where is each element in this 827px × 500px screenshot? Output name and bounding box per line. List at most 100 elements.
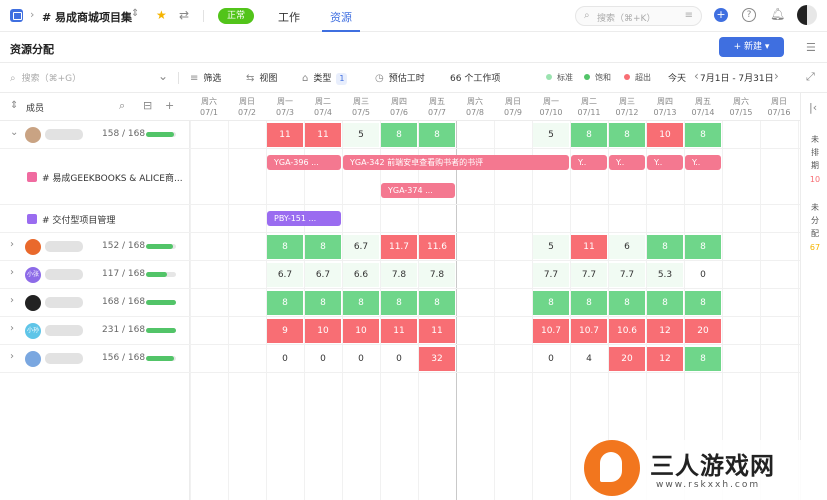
- task-bar[interactable]: Y..: [571, 155, 607, 170]
- prev-range-icon[interactable]: ‹: [694, 69, 699, 83]
- chevron-right-icon[interactable]: ›: [10, 267, 14, 278]
- status-badge[interactable]: 正常: [218, 8, 255, 24]
- allocation-cell[interactable]: 8: [609, 123, 645, 147]
- allocation-cell[interactable]: 0: [533, 347, 569, 371]
- collapse-panel-icon[interactable]: |‹: [809, 101, 817, 114]
- allocation-cell[interactable]: 5: [343, 123, 379, 147]
- add-member-icon[interactable]: +: [165, 99, 174, 112]
- member-row[interactable]: › 小张 117 / 168: [0, 261, 190, 289]
- allocation-cell[interactable]: 10: [647, 123, 683, 147]
- allocation-cell[interactable]: 7.7: [609, 263, 645, 287]
- project-name[interactable]: # 易成商城项目集: [42, 9, 132, 25]
- allocation-cell[interactable]: 11: [571, 235, 607, 259]
- switch-project-icon[interactable]: ⇕: [131, 8, 139, 19]
- allocation-cell[interactable]: 20: [609, 347, 645, 371]
- member-row[interactable]: › 168 / 168: [0, 289, 190, 317]
- allocation-cell[interactable]: 8: [343, 291, 379, 315]
- allocation-cell[interactable]: 8: [267, 291, 303, 315]
- allocation-cell[interactable]: 0: [267, 347, 303, 371]
- member-row[interactable]: › 小孙 231 / 168: [0, 317, 190, 345]
- allocation-cell[interactable]: 11: [381, 319, 417, 343]
- allocation-cell[interactable]: 8: [533, 291, 569, 315]
- allocation-cell[interactable]: 8: [381, 291, 417, 315]
- allocation-cell[interactable]: 20: [685, 319, 721, 343]
- list-icon[interactable]: ☰: [806, 41, 816, 54]
- unassigned-label[interactable]: 未分配: [810, 201, 820, 240]
- add-icon[interactable]: +: [714, 8, 728, 22]
- allocation-cell[interactable]: 10.6: [609, 319, 645, 343]
- expand-icon[interactable]: ⤢: [806, 70, 815, 84]
- allocation-cell[interactable]: 6.6: [343, 263, 379, 287]
- help-icon[interactable]: ?: [742, 8, 756, 22]
- search-icon[interactable]: ⌕: [119, 99, 125, 113]
- allocation-cell[interactable]: 0: [381, 347, 417, 371]
- allocation-cell[interactable]: 11: [267, 123, 303, 147]
- member-row[interactable]: › 156 / 168: [0, 345, 190, 373]
- allocation-cell[interactable]: 8: [685, 291, 721, 315]
- allocation-cell[interactable]: 8: [305, 235, 341, 259]
- allocation-cell[interactable]: 8: [685, 123, 721, 147]
- filter-icon[interactable]: ≡: [685, 10, 693, 21]
- allocation-cell[interactable]: 4: [571, 347, 607, 371]
- allocation-cell[interactable]: 8: [571, 123, 607, 147]
- task-bar[interactable]: Y..: [685, 155, 721, 170]
- toolbar-search[interactable]: ⌕ 搜索（⌘+G）: [10, 71, 81, 84]
- allocation-cell[interactable]: 10.7: [533, 319, 569, 343]
- allocation-cell[interactable]: 5: [533, 123, 569, 147]
- allocation-cell[interactable]: 11: [305, 123, 341, 147]
- allocation-cell[interactable]: 8: [305, 291, 341, 315]
- task-bar[interactable]: PBY-151 ...: [267, 211, 341, 226]
- allocation-cell[interactable]: 8: [609, 291, 645, 315]
- allocation-cell[interactable]: 5.3: [647, 263, 683, 287]
- allocation-cell[interactable]: 5: [533, 235, 569, 259]
- task-bar[interactable]: YGA-396 ...: [267, 155, 341, 170]
- allocation-cell[interactable]: 11: [419, 319, 455, 343]
- global-search[interactable]: ⌕ 搜索（⌘+K） ≡: [575, 6, 702, 26]
- allocation-cell[interactable]: 8: [571, 291, 607, 315]
- task-bar[interactable]: YGA-374 ...: [381, 183, 455, 198]
- member-row[interactable]: › 152 / 168: [0, 233, 190, 261]
- collapse-all-icon[interactable]: ⊟: [143, 99, 152, 112]
- task-bar[interactable]: Y..: [609, 155, 645, 170]
- chevron-right-icon[interactable]: ›: [10, 295, 14, 306]
- allocation-cell[interactable]: 8: [685, 347, 721, 371]
- date-range[interactable]: 7月1日 - 7月31日: [700, 71, 774, 84]
- today-button[interactable]: 今天: [668, 71, 686, 84]
- tab-work[interactable]: 工作: [278, 9, 300, 25]
- chevron-right-icon[interactable]: ›: [10, 351, 14, 362]
- allocation-cell[interactable]: 0: [685, 263, 721, 287]
- allocation-cell[interactable]: 6.7: [267, 263, 303, 287]
- allocation-cell[interactable]: 0: [305, 347, 341, 371]
- chevron-right-icon[interactable]: ›: [10, 323, 14, 334]
- tab-resources[interactable]: 资源: [330, 9, 352, 25]
- swap-icon[interactable]: ⇄: [179, 8, 189, 22]
- task-bar[interactable]: Y..: [647, 155, 683, 170]
- allocation-cell[interactable]: 0: [343, 347, 379, 371]
- project-icon[interactable]: [10, 9, 23, 22]
- project-row[interactable]: # 交付型项目管理: [0, 205, 190, 233]
- estimate-button[interactable]: ◷ 预估工时: [375, 71, 425, 84]
- chevron-down-icon[interactable]: ⌄: [10, 127, 18, 138]
- sort-icon[interactable]: ⇕: [10, 100, 18, 111]
- next-range-icon[interactable]: ›: [774, 69, 779, 83]
- allocation-cell[interactable]: 8: [647, 235, 683, 259]
- allocation-cell[interactable]: 8: [419, 291, 455, 315]
- allocation-cell[interactable]: 6: [609, 235, 645, 259]
- allocation-cell[interactable]: 10.7: [571, 319, 607, 343]
- project-row[interactable]: # 易成GEEKBOOKS & ALICE商...: [0, 149, 190, 205]
- user-avatar[interactable]: [797, 5, 817, 25]
- allocation-cell[interactable]: 8: [381, 123, 417, 147]
- allocation-cell[interactable]: 32: [419, 347, 455, 371]
- new-button[interactable]: + 新建 ▾: [719, 37, 784, 57]
- allocation-cell[interactable]: 8: [685, 235, 721, 259]
- allocation-cell[interactable]: 11.6: [419, 235, 455, 259]
- star-icon[interactable]: ★: [156, 8, 167, 22]
- allocation-cell[interactable]: 10: [343, 319, 379, 343]
- filter-button[interactable]: ≡ 筛选: [190, 71, 221, 84]
- member-row[interactable]: ⌄ 158 / 168: [0, 121, 190, 149]
- allocation-cell[interactable]: 10: [305, 319, 341, 343]
- allocation-cell[interactable]: 8: [419, 123, 455, 147]
- bell-icon[interactable]: 🔔︎: [770, 7, 785, 21]
- allocation-cell[interactable]: 8: [267, 235, 303, 259]
- view-button[interactable]: ⇆ 视图: [246, 71, 277, 84]
